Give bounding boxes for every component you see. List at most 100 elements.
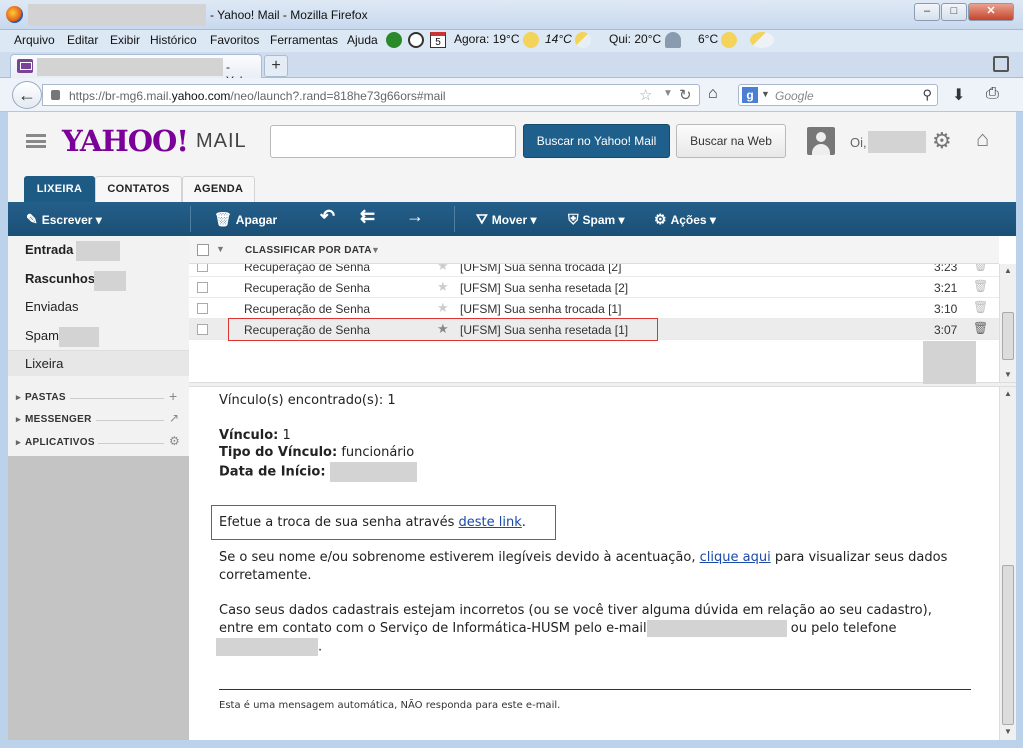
menu-exibir[interactable]: Exibir — [110, 33, 140, 47]
clock-icon[interactable] — [408, 32, 424, 48]
message-checkbox[interactable] — [197, 282, 208, 293]
names-line: Se o seu nome e/ou sobrenome estiverem i… — [219, 550, 948, 565]
highlight-box — [228, 318, 658, 341]
list-item[interactable]: Recuperação de Senha ★ [UFSM] Sua senha … — [189, 298, 999, 319]
list-item[interactable]: Recuperação de Senha ★ [UFSM] Sua senha … — [189, 277, 999, 298]
redacted-count — [76, 241, 120, 261]
message-checkbox[interactable] — [197, 303, 208, 314]
weather-thursday-low[interactable]: 6°C — [698, 32, 738, 48]
new-tab-button[interactable]: + — [264, 55, 288, 77]
folder-drafts[interactable]: Rascunhos — [25, 271, 95, 286]
minimize-button[interactable]: – — [914, 3, 940, 21]
menu-hamburger-icon[interactable] — [26, 134, 46, 148]
yahoo-logo[interactable]: YAHOO! — [62, 124, 189, 158]
folder-inbox[interactable]: Entrada — [25, 242, 73, 257]
url-bar[interactable]: https://br-mg6.mail.yahoo.com/neo/launch… — [42, 84, 700, 106]
view-data-link[interactable]: clique aqui — [700, 550, 771, 565]
add-folder-icon[interactable]: + — [169, 388, 177, 404]
folder-spam[interactable]: Spam — [25, 328, 59, 343]
search-mail-button[interactable]: Buscar no Yahoo! Mail — [523, 124, 670, 158]
google-engine-icon[interactable]: g — [742, 87, 758, 103]
bookmark-star-icon[interactable]: ☆ — [639, 86, 652, 104]
weather-now[interactable]: Agora: 19°C — [454, 32, 539, 48]
search-web-button[interactable]: Buscar na Web — [676, 124, 786, 158]
close-window-button[interactable]: ✕ — [968, 3, 1014, 21]
print-icon[interactable]: ⎙ — [986, 85, 999, 103]
home-icon[interactable]: ⌂ — [976, 126, 989, 152]
menu-ajuda[interactable]: Ajuda — [347, 33, 378, 47]
green-status-icon[interactable] — [386, 32, 402, 48]
section-messenger[interactable]: MESSENGER — [16, 414, 92, 425]
folder-sent[interactable]: Enviadas — [25, 299, 78, 314]
scroll-down-icon[interactable]: ▼ — [1004, 727, 1012, 736]
message-checkbox[interactable] — [197, 324, 208, 335]
trash-icon[interactable]: 🗑 — [973, 279, 988, 293]
compose-button[interactable]: ✎ Escrever ▾ — [26, 211, 102, 228]
menu-historico[interactable]: Histórico — [150, 33, 197, 47]
spam-button[interactable]: ⛨ Spam ▾ — [568, 211, 625, 228]
search-icon[interactable]: ⚲ — [922, 87, 932, 103]
popout-icon[interactable]: ↗ — [169, 411, 179, 425]
tab-agenda[interactable]: AGENDA — [182, 176, 255, 202]
partly-cloudy-icon[interactable] — [750, 32, 774, 48]
menu-ferramentas[interactable]: Ferramentas — [270, 33, 338, 47]
forward-icon[interactable]: → — [406, 206, 424, 227]
delete-button[interactable]: 🗑 Apagar — [214, 211, 277, 228]
star-icon[interactable]: ★ — [437, 264, 449, 274]
scroll-thumb[interactable] — [1002, 312, 1014, 360]
message-checkbox[interactable] — [197, 264, 208, 272]
sort-dropdown-icon[interactable]: ▼ — [371, 245, 380, 255]
download-icon[interactable]: ⬇ — [952, 85, 965, 105]
message-time: 3:23 — [934, 264, 958, 274]
back-button[interactable]: ← — [12, 81, 42, 109]
gear-icon[interactable]: ⚙ — [932, 128, 952, 154]
weather-thursday[interactable]: Qui: 20°C — [609, 32, 681, 48]
list-item[interactable]: Recuperação de Senha ★ [UFSM] Sua senha … — [189, 264, 999, 277]
body-scrollbar[interactable]: ▲ ▼ — [999, 387, 1016, 740]
section-aplicativos[interactable]: APLICATIVOS — [16, 437, 95, 448]
tab-contatos[interactable]: CONTATOS — [95, 176, 182, 202]
menu-arquivo[interactable]: Arquivo — [14, 33, 55, 47]
actions-button[interactable]: ⚙ Ações ▾ — [654, 211, 716, 228]
gear-icon[interactable]: ⚙ — [169, 434, 180, 448]
list-scrollbar[interactable]: ▲ ▼ — [999, 264, 1016, 382]
star-icon[interactable]: ★ — [437, 300, 449, 316]
folder-trash-row[interactable]: Lixeira — [8, 350, 189, 376]
scroll-up-icon[interactable]: ▲ — [1004, 389, 1012, 398]
scroll-thumb[interactable] — [1002, 565, 1014, 725]
engine-dropdown-icon[interactable]: ▼ — [761, 89, 770, 99]
maximize-button[interactable]: □ — [941, 3, 967, 21]
trash-icon[interactable]: 🗑 — [973, 321, 988, 335]
scroll-down-icon[interactable]: ▼ — [1004, 370, 1012, 379]
sort-by-date[interactable]: CLASSIFICAR POR DATA — [245, 245, 372, 256]
calendar-icon[interactable]: 5 — [430, 32, 446, 48]
history-dropdown-icon[interactable]: ▼ — [663, 88, 673, 99]
tab-lixeira[interactable]: LIXEIRA — [24, 176, 95, 202]
scroll-up-icon[interactable]: ▲ — [1004, 266, 1012, 275]
weather-today-low[interactable]: 14°C — [545, 32, 592, 48]
tab-yahoo-mail[interactable]: - Yaho... — [10, 54, 263, 88]
folder-trash[interactable]: Lixeira — [25, 356, 63, 371]
section-pastas[interactable]: PASTAS — [16, 392, 66, 403]
greeting[interactable]: Oi, — [850, 135, 867, 150]
avatar[interactable] — [807, 127, 835, 155]
web-search-field[interactable]: g ▼ Google ⚲ — [738, 84, 938, 106]
mail-search-input[interactable] — [270, 125, 516, 158]
select-all-checkbox[interactable] — [197, 244, 209, 256]
reload-icon[interactable]: ↻ — [679, 86, 692, 104]
reply-all-icon[interactable]: ⇇ — [360, 206, 375, 227]
trash-icon[interactable]: 🗑 — [973, 300, 988, 314]
move-button[interactable]: ⛛ Mover ▾ — [476, 211, 536, 228]
home-icon[interactable]: ⌂ — [708, 85, 718, 103]
mail-toolbar: ✎ Escrever ▾ 🗑 Apagar ↶ ⇇ → ⛛ Mover ▾ ⛨ Spam… — [8, 202, 1016, 236]
star-icon[interactable]: ★ — [437, 279, 449, 295]
select-dropdown-icon[interactable]: ▼ — [216, 244, 225, 254]
tab-groups-icon[interactable] — [993, 56, 1009, 72]
message-list-header: ▼ CLASSIFICAR POR DATA ▼ — [189, 236, 999, 264]
trash-icon[interactable]: 🗑 — [973, 264, 988, 272]
menu-editar[interactable]: Editar — [67, 33, 98, 47]
yahoo-mail-logo-text[interactable]: MAIL — [196, 130, 247, 153]
message-subject: [UFSM] Sua senha resetada [2] — [460, 281, 629, 295]
reply-icon[interactable]: ↶ — [320, 206, 335, 227]
menu-favoritos[interactable]: Favoritos — [210, 33, 259, 47]
